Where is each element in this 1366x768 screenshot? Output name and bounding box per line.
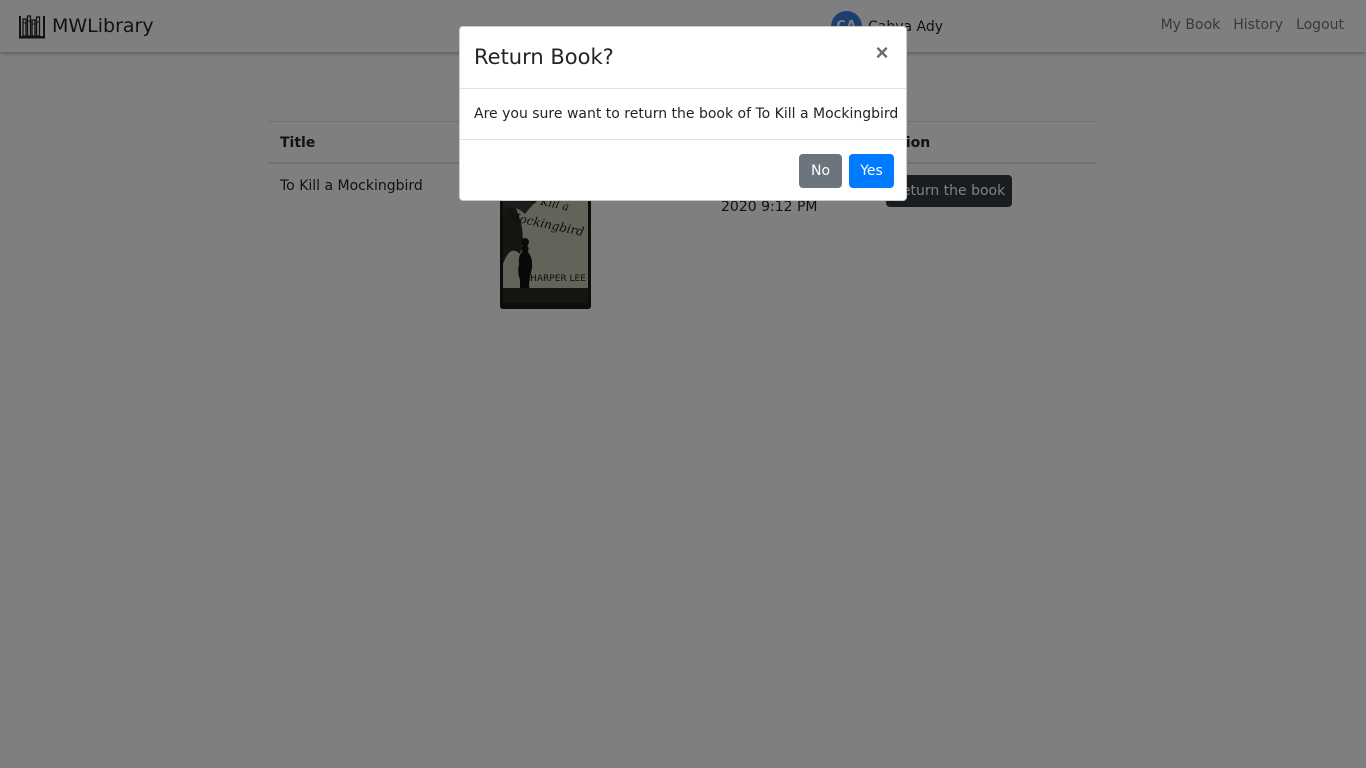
modal-header: Return Book? × bbox=[460, 27, 906, 89]
close-icon[interactable]: × bbox=[872, 41, 892, 65]
return-book-modal: Return Book? × Are you sure want to retu… bbox=[459, 26, 907, 201]
no-button[interactable]: No bbox=[799, 154, 842, 188]
yes-button[interactable]: Yes bbox=[849, 154, 894, 188]
modal-footer: No Yes bbox=[460, 140, 906, 200]
modal-body: Are you sure want to return the book of … bbox=[460, 89, 906, 140]
modal-title: Return Book? bbox=[474, 45, 614, 69]
modal-message: Are you sure want to return the book of … bbox=[474, 106, 899, 122]
